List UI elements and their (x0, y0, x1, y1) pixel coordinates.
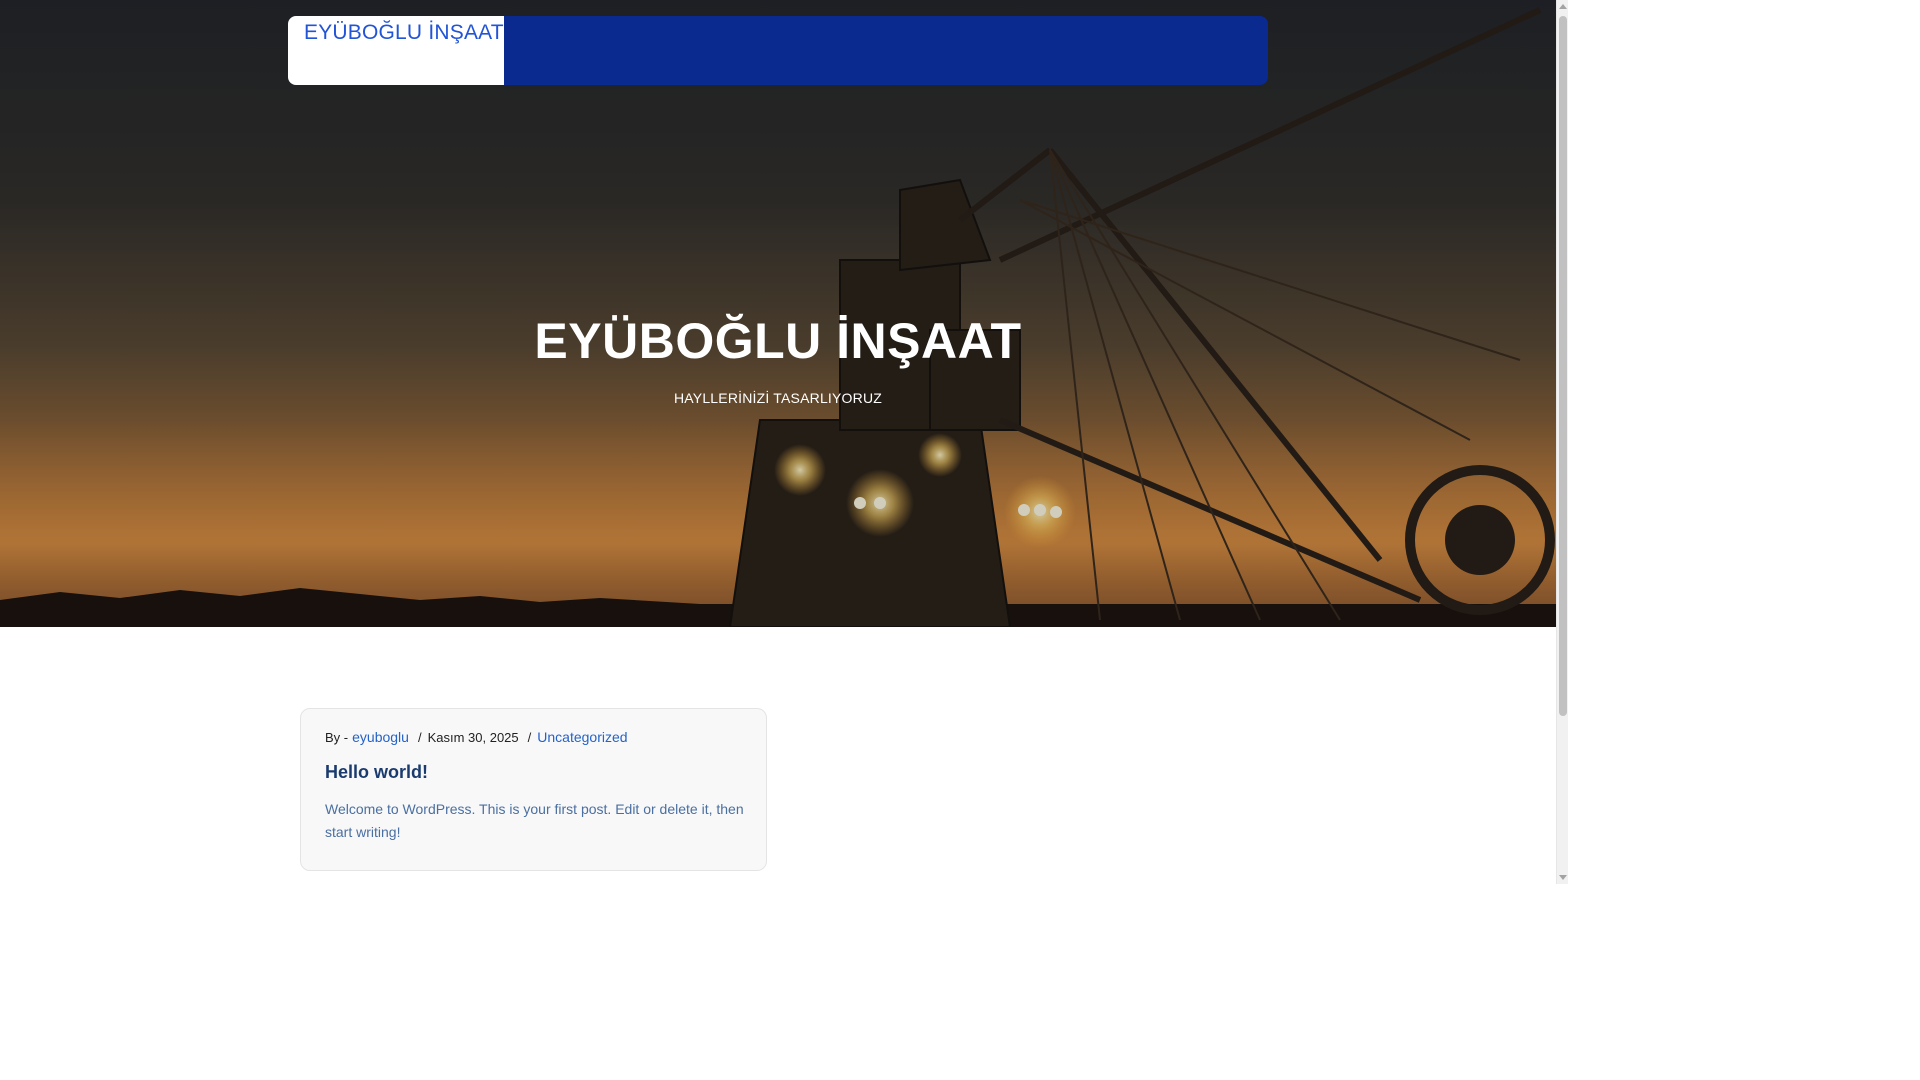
post-category-link[interactable]: Uncategorized (537, 729, 627, 745)
post-meta: By - eyuboglu / Kasım 30, 2025 / Uncateg… (325, 727, 742, 747)
page-scrollbar[interactable] (1556, 0, 1568, 884)
scroll-up-arrow-icon[interactable] (1559, 4, 1567, 9)
post-by-label: By - (325, 729, 349, 745)
meta-separator: / (417, 729, 422, 745)
post-excerpt: Welcome to WordPress. This is your first… (325, 801, 744, 840)
site-header: EYÜBOĞLU İNŞAAT (288, 16, 1268, 85)
post-card: By - eyuboglu / Kasım 30, 2025 / Uncateg… (300, 708, 767, 871)
meta-separator: / (527, 729, 532, 745)
logo-container: EYÜBOĞLU İNŞAAT (288, 16, 504, 85)
hero-banner: EYÜBOĞLU İNŞAAT HAYLLERİNİZİ TASARLIYORU… (0, 0, 1556, 627)
hero-tagline: HAYLLERİNİZİ TASARLIYORUZ (673, 390, 883, 406)
main-navigation (504, 16, 1268, 85)
post-title-link[interactable]: Hello world! (325, 762, 742, 783)
post-author-link[interactable]: eyuboglu (352, 729, 409, 745)
scrollbar-thumb[interactable] (1559, 16, 1567, 716)
scroll-down-arrow-icon[interactable] (1559, 875, 1567, 880)
post-date: Kasım 30, 2025 (427, 729, 519, 745)
hero-title: EYÜBOĞLU İNŞAAT (534, 313, 1022, 369)
site-logo-link[interactable]: EYÜBOĞLU İNŞAAT (304, 21, 504, 45)
